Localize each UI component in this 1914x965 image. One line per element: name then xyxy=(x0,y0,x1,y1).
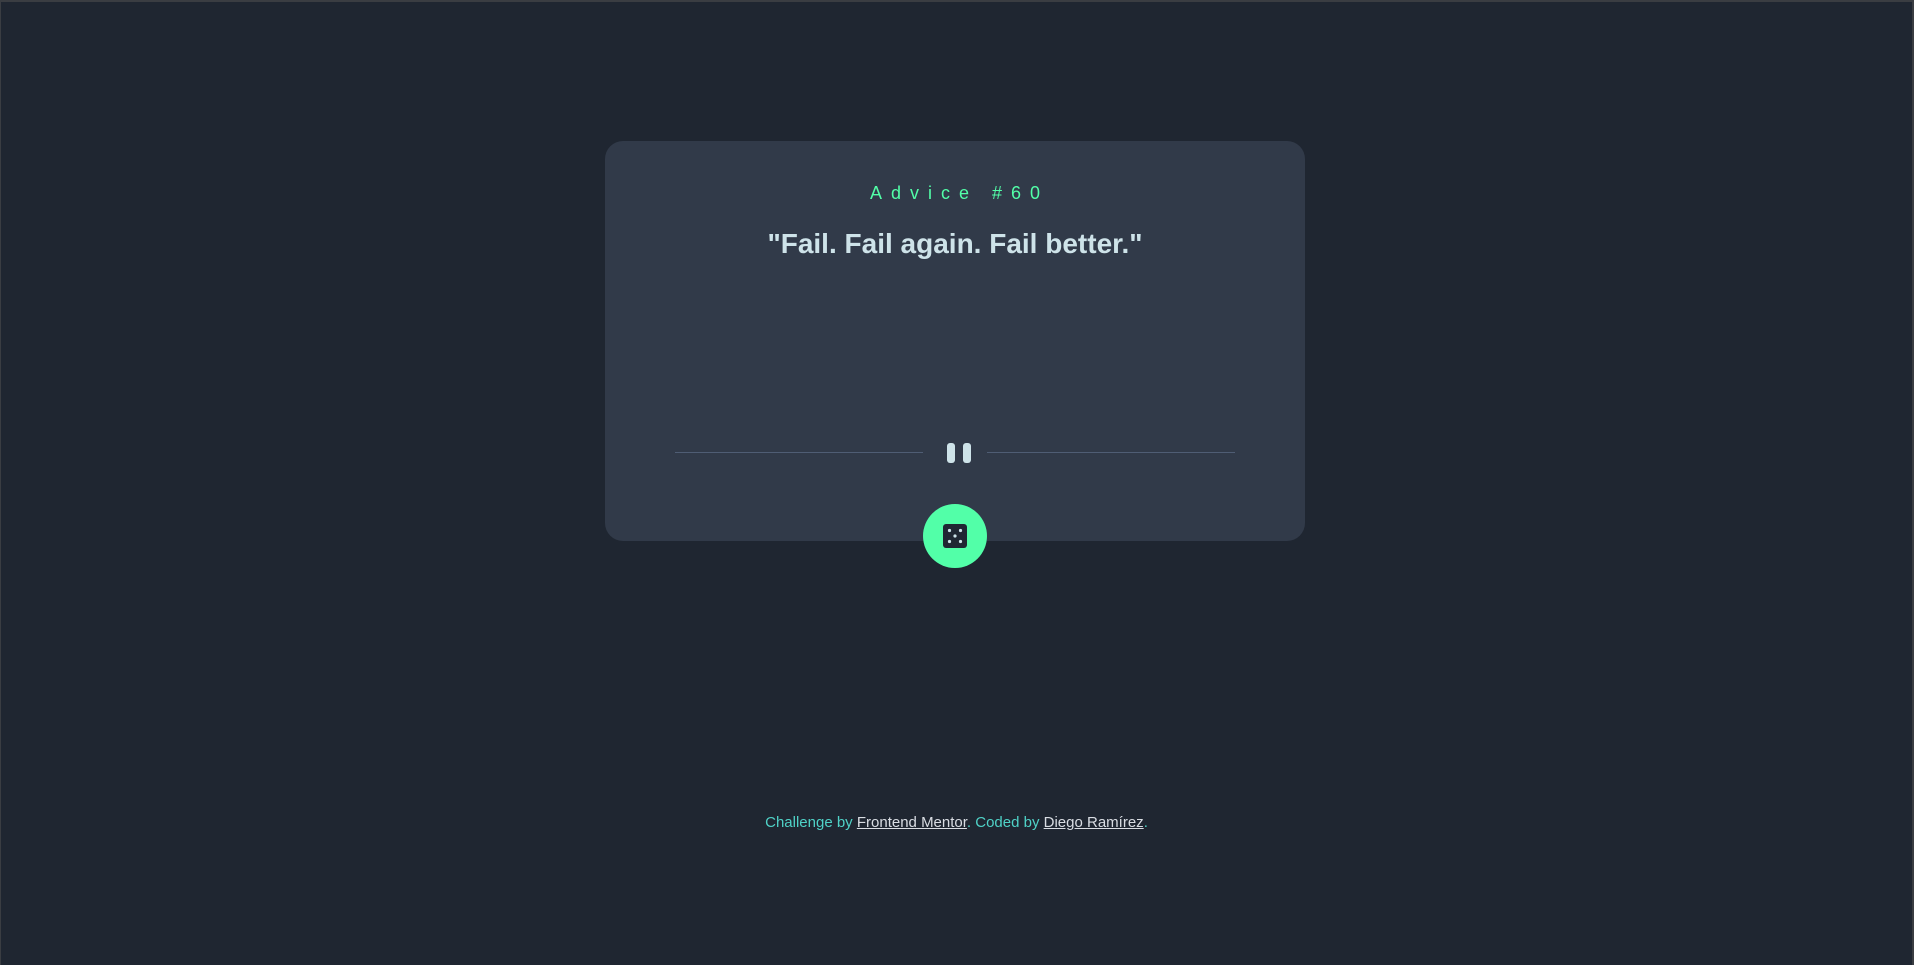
divider xyxy=(675,441,1235,465)
pause-bar-left xyxy=(947,443,955,463)
attribution-footer: Challenge by Frontend Mentor. Coded by D… xyxy=(1,814,1912,831)
advice-card: Advice #60 "Fail. Fail again. Fail bette… xyxy=(605,141,1305,568)
author-link[interactable]: Diego Ramírez xyxy=(1044,814,1144,831)
page: Advice #60 "Fail. Fail again. Fail bette… xyxy=(0,0,1914,965)
pause-bar-right xyxy=(963,443,971,463)
divider-line-right xyxy=(987,452,1235,453)
divider-line-left xyxy=(675,452,923,453)
footer-suffix: . xyxy=(1143,814,1148,831)
challenge-prefix: Challenge by xyxy=(765,814,857,831)
dice-icon xyxy=(943,524,967,548)
pause-icon xyxy=(945,443,973,463)
frontend-mentor-link[interactable]: Frontend Mentor xyxy=(857,814,967,831)
advice-id-label: Advice #60 xyxy=(869,183,1050,203)
new-advice-button[interactable] xyxy=(923,504,987,568)
advice-quote: "Fail. Fail again. Fail better." xyxy=(767,228,1143,259)
coded-prefix: . Coded by xyxy=(966,814,1044,831)
